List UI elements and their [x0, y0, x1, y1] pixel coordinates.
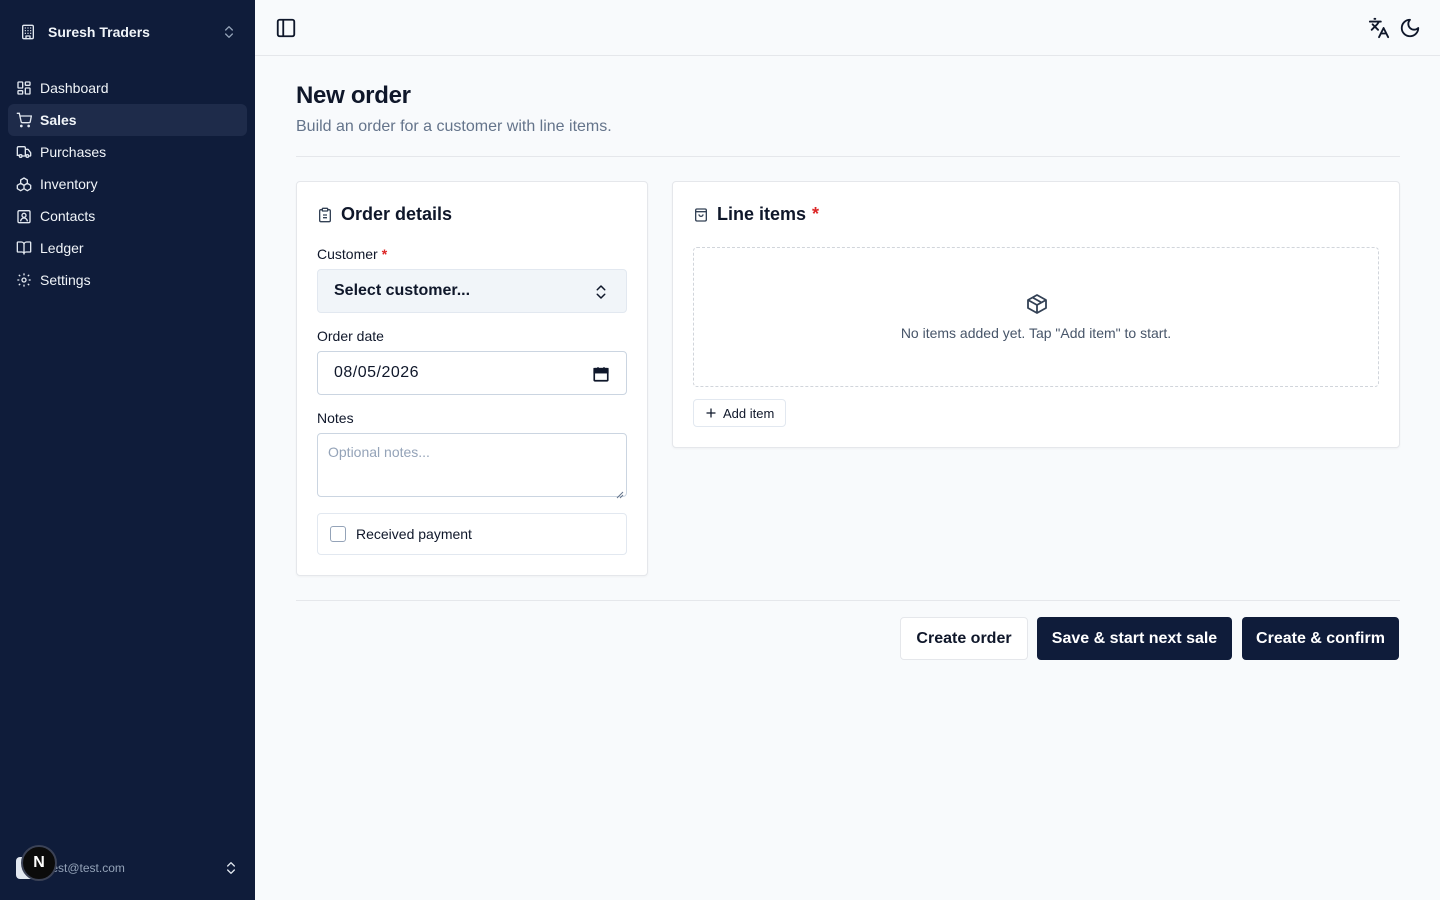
sidebar: Suresh Traders Dashboard Sales Purchases… [0, 0, 255, 900]
sidebar-item-inventory[interactable]: Inventory [8, 168, 247, 200]
customer-select-value: Select customer... [334, 282, 471, 299]
line-items-empty-state: No items added yet. Tap "Add item" to st… [693, 247, 1379, 387]
sidebar-item-contacts[interactable]: Contacts [8, 200, 247, 232]
customer-label: Customer * [317, 246, 387, 262]
resize-handle-icon[interactable] [616, 486, 624, 499]
divider [296, 156, 1400, 157]
language-icon[interactable] [1368, 17, 1390, 39]
package-icon [1025, 292, 1049, 316]
order-date-label: Order date [317, 328, 384, 344]
required-mark: * [812, 204, 820, 224]
boxes-icon [16, 176, 32, 192]
org-name: Suresh Traders [48, 24, 150, 40]
user-email: test@test.com [48, 861, 125, 875]
sidebar-item-label: Settings [40, 272, 91, 288]
top-bar [255, 0, 1440, 56]
chevrons-up-down-icon [221, 24, 237, 40]
sidebar-nav: Dashboard Sales Purchases Inventory Cont… [8, 72, 247, 296]
clipboard-icon [317, 207, 333, 223]
chevrons-up-down-icon [223, 860, 239, 876]
sidebar-item-label: Sales [40, 112, 77, 128]
sidebar-toggle-icon[interactable] [275, 17, 297, 39]
order-details-card: Order details Customer * Select customer.… [296, 181, 648, 576]
calendar-icon[interactable] [592, 365, 610, 383]
create-confirm-button[interactable]: Create & confirm [1242, 617, 1399, 660]
divider [296, 600, 1400, 601]
sidebar-item-label: Purchases [40, 144, 107, 160]
empty-message: No items added yet. Tap "Add item" to st… [900, 325, 1172, 341]
moon-icon[interactable] [1399, 17, 1421, 39]
building-icon [18, 22, 38, 42]
plus-icon [705, 407, 717, 419]
sidebar-item-dashboard[interactable]: Dashboard [8, 72, 247, 104]
sidebar-item-purchases[interactable]: Purchases [8, 136, 247, 168]
sidebar-item-settings[interactable]: Settings [8, 264, 247, 296]
order-date-value: 08/05/2026 [334, 364, 420, 381]
sidebar-item-sales[interactable]: Sales [8, 104, 247, 136]
customer-label-text: Customer [317, 246, 378, 262]
dashboard-icon [16, 80, 32, 96]
sidebar-item-label: Ledger [40, 240, 84, 256]
add-item-button[interactable]: Add item [693, 399, 787, 427]
order-date-input[interactable]: 08/05/2026 [317, 351, 627, 395]
book-icon [16, 240, 32, 256]
required-mark: * [381, 246, 388, 262]
org-switcher[interactable]: Suresh Traders [8, 12, 247, 52]
sidebar-item-label: Contacts [40, 208, 96, 224]
sidebar-item-label: Inventory [40, 176, 98, 192]
n-badge[interactable]: N [21, 845, 57, 881]
order-details-heading: Order details [341, 204, 453, 224]
notes-label: Notes [317, 410, 354, 426]
line-items-card: Line items * No items added yet. Tap "Ad… [672, 181, 1400, 448]
contacts-icon [16, 208, 32, 224]
save-start-next-sale-button[interactable]: Save & start next sale [1037, 617, 1232, 660]
received-payment-label: Received payment [356, 526, 472, 542]
notes-textarea[interactable]: Optional notes... [317, 433, 627, 499]
shopping-bag-icon [693, 207, 709, 223]
order-details-title: Order details [317, 204, 452, 225]
received-payment-checkbox[interactable]: Received payment [317, 513, 627, 555]
page-subtitle: Build an order for a customer with line … [296, 118, 612, 135]
line-items-heading: Line items [717, 204, 807, 224]
sidebar-item-ledger[interactable]: Ledger [8, 232, 247, 264]
gear-icon [16, 272, 32, 288]
create-order-button[interactable]: Create order [900, 617, 1028, 660]
chevrons-up-down-icon [592, 283, 610, 301]
sidebar-item-label: Dashboard [40, 80, 109, 96]
checkbox[interactable] [330, 526, 346, 542]
add-item-label: Add item [723, 405, 775, 421]
notes-placeholder: Optional notes... [328, 444, 430, 460]
line-items-title: Line items * [693, 204, 819, 225]
customer-select[interactable]: Select customer... [317, 269, 627, 313]
page-title: New order [296, 82, 411, 109]
cart-icon [16, 112, 32, 128]
truck-icon [16, 144, 32, 160]
